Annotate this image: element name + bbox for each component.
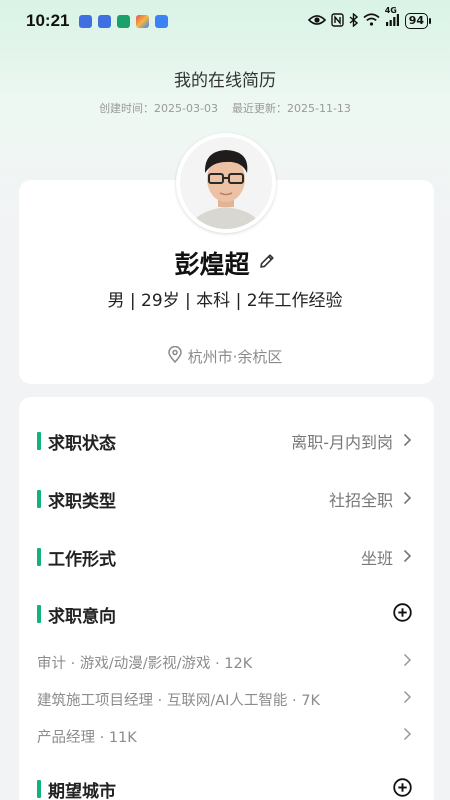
- avatar[interactable]: [176, 133, 276, 233]
- job-type-value: 社招全职: [328, 491, 393, 510]
- chevron-right-icon: [403, 490, 412, 509]
- location: 杭州市·余杭区: [0, 345, 450, 367]
- job-type-row[interactable]: 求职类型 社招全职: [19, 484, 434, 514]
- job-intent-text: 建筑施工项目经理 · 互联网/AI人工智能 · 7K: [37, 692, 320, 709]
- chevron-right-icon: [403, 653, 412, 671]
- battery-indicator: 94: [404, 13, 432, 29]
- eye-icon: [307, 14, 326, 29]
- clock: 10:21: [26, 11, 70, 30]
- section-accent-bar: [37, 432, 41, 450]
- bluetooth-icon: [349, 11, 358, 30]
- notification-app-icon: [79, 14, 93, 28]
- job-status-row[interactable]: 求职状态 离职-月内到岗: [19, 426, 434, 456]
- nfc-icon: [330, 12, 344, 30]
- candidate-meta: 男 | 29岁 | 本科 | 2年工作经验: [107, 291, 343, 311]
- expected-city-header: 期望城市: [19, 774, 434, 800]
- signal-icon: 4G: [385, 7, 400, 29]
- chevron-right-icon: [403, 727, 412, 745]
- notification-app-icon: [117, 14, 131, 28]
- location-text: 杭州市·余杭区: [187, 348, 283, 366]
- resume-details-card: 求职状态 离职-月内到岗 求职类型 社招全职 工作形式 坐班 求职意向 审计 ·…: [19, 397, 434, 800]
- section-title: 求职类型: [48, 491, 116, 512]
- candidate-name: 彭煌超: [174, 250, 250, 279]
- job-intent-item[interactable]: 产品经理 · 11K: [19, 724, 434, 748]
- edit-icon[interactable]: [258, 252, 276, 274]
- chevron-right-icon: [403, 690, 412, 708]
- work-form-row[interactable]: 工作形式 坐班: [19, 542, 434, 572]
- chevron-right-icon: [403, 432, 412, 451]
- network-type: 4G: [384, 6, 397, 15]
- section-accent-bar: [37, 780, 41, 798]
- work-form-value: 坐班: [360, 549, 393, 568]
- section-accent-bar: [37, 548, 41, 566]
- location-pin-icon: [167, 345, 182, 367]
- section-accent-bar: [37, 605, 41, 623]
- resume-dates: 创建时间：2025-03-03 最近更新：2025-11-13: [0, 100, 450, 116]
- job-intent-item[interactable]: 审计 · 游戏/动漫/影视/游戏 · 12K: [19, 650, 434, 674]
- section-title: 工作形式: [48, 549, 116, 570]
- status-bar: 10:21 4G 94: [0, 0, 450, 42]
- job-intent-text: 产品经理 · 11K: [37, 729, 137, 746]
- notification-app-icon: [98, 14, 112, 28]
- job-status-value: 离职-月内到岗: [291, 433, 393, 452]
- job-intent-item[interactable]: 建筑施工项目经理 · 互联网/AI人工智能 · 7K: [19, 687, 434, 711]
- name-row: 彭煌超: [0, 245, 450, 281]
- wifi-icon: [363, 13, 380, 29]
- notification-app-icon: [136, 14, 150, 28]
- job-intent-header: 求职意向: [19, 599, 434, 629]
- page-title: 我的在线简历: [174, 71, 276, 91]
- section-title: 求职意向: [48, 606, 116, 627]
- add-intent-plus-icon[interactable]: [393, 602, 412, 626]
- section-title: 期望城市: [48, 781, 116, 800]
- updated-date: 最近更新：2025-11-13: [232, 102, 351, 115]
- section-accent-bar: [37, 490, 41, 508]
- section-title: 求职状态: [48, 433, 116, 454]
- chevron-right-icon: [403, 548, 412, 567]
- job-intent-text: 审计 · 游戏/动漫/影视/游戏 · 12K: [37, 655, 253, 672]
- created-date: 创建时间：2025-03-03: [99, 102, 218, 115]
- notification-app-icon: [155, 14, 169, 28]
- add-city-plus-icon[interactable]: [393, 777, 412, 800]
